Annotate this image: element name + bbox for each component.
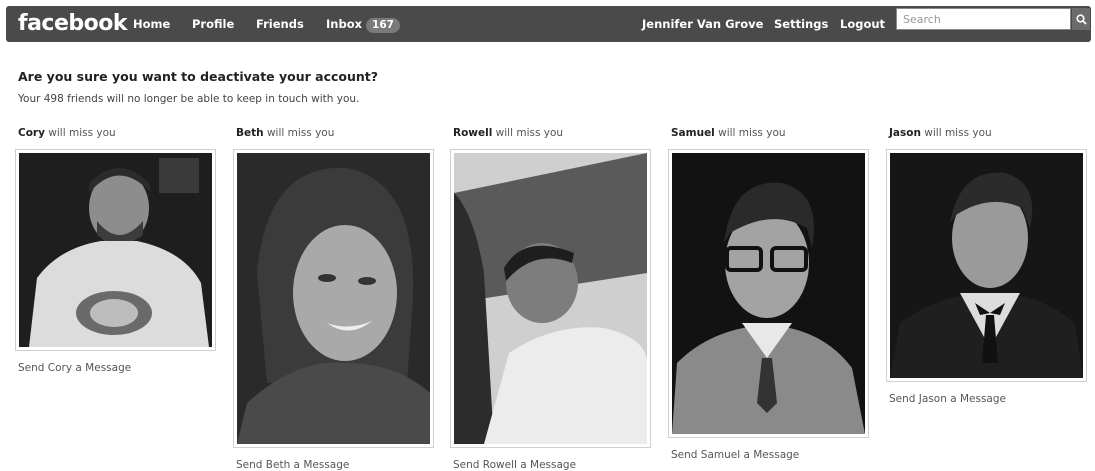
nav-friends-link[interactable]: Friends: [256, 17, 304, 31]
facebook-logo[interactable]: facebook: [18, 11, 128, 36]
send-message-link-cory[interactable]: Send Cory a Message: [18, 362, 131, 374]
send-message-link-samuel[interactable]: Send Samuel a Message: [671, 449, 799, 461]
friend-photo-rowell[interactable]: [450, 149, 651, 448]
user-profile-link[interactable]: Jennifer Van Grove: [642, 17, 763, 31]
search-icon: [1075, 13, 1087, 25]
send-message-link-rowell[interactable]: Send Rowell a Message: [453, 459, 576, 471]
nav-home-link[interactable]: Home: [133, 17, 170, 31]
miss-you-text: will miss you: [263, 127, 335, 139]
portrait-cory: [19, 153, 212, 347]
friend-name: Beth: [236, 127, 264, 139]
deactivate-subtext: Your 498 friends will no longer be able …: [18, 93, 360, 105]
miss-you-text: will miss you: [920, 127, 992, 139]
miss-you-label: Rowell will miss you: [453, 127, 563, 139]
miss-you-label: Cory will miss you: [18, 127, 116, 139]
send-message-link-beth[interactable]: Send Beth a Message: [236, 459, 349, 471]
friend-photo-samuel[interactable]: [668, 149, 869, 438]
search-button[interactable]: [1072, 8, 1090, 30]
friend-card-rowell: Rowell will miss you: [453, 127, 563, 139]
friend-card-jason: Jason will miss you: [889, 127, 992, 139]
friend-photo-jason[interactable]: [886, 149, 1087, 382]
miss-you-label: Beth will miss you: [236, 127, 334, 139]
logout-link[interactable]: Logout: [840, 17, 885, 31]
nav-inbox-link[interactable]: Inbox 167: [326, 17, 400, 33]
miss-you-text: will miss you: [492, 127, 564, 139]
friend-name: Samuel: [671, 127, 715, 139]
photo-image: [672, 153, 865, 434]
photo-image: [454, 153, 647, 444]
inbox-count-badge: 167: [366, 18, 400, 33]
friend-name: Cory: [18, 127, 45, 139]
friend-name: Jason: [889, 127, 921, 139]
portrait-samuel: [672, 153, 865, 434]
send-message-link-jason[interactable]: Send Jason a Message: [889, 393, 1006, 405]
miss-you-label: Jason will miss you: [889, 127, 992, 139]
miss-you-label: Samuel will miss you: [671, 127, 786, 139]
friend-card-beth: Beth will miss you: [236, 127, 334, 139]
friend-name: Rowell: [453, 127, 493, 139]
portrait-rowell: [454, 153, 647, 444]
photo-image: [237, 153, 430, 444]
page-title: Are you sure you want to deactivate your…: [18, 69, 379, 84]
friend-card-cory: Cory will miss you: [18, 127, 116, 139]
miss-you-text: will miss you: [44, 127, 116, 139]
inbox-label: Inbox: [326, 17, 363, 31]
settings-link[interactable]: Settings: [774, 17, 828, 31]
search-input[interactable]: [896, 8, 1071, 30]
nav-profile-link[interactable]: Profile: [192, 17, 234, 31]
friend-photo-cory[interactable]: [15, 149, 216, 351]
friend-card-samuel: Samuel will miss you: [671, 127, 786, 139]
portrait-beth: [237, 153, 430, 444]
photo-image: [19, 153, 212, 347]
friend-photo-beth[interactable]: [233, 149, 434, 448]
miss-you-text: will miss you: [714, 127, 786, 139]
portrait-jason: [890, 153, 1083, 378]
photo-image: [890, 153, 1083, 378]
